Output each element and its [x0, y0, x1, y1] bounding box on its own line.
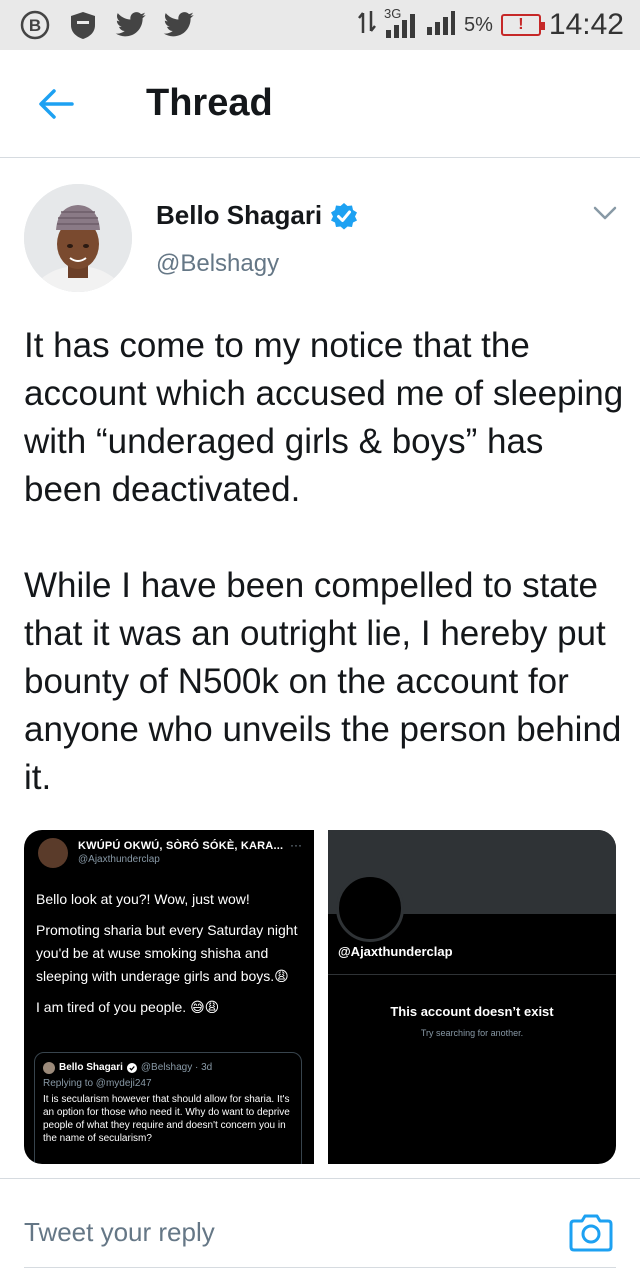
embedded-line-2: Promoting sharia but every Saturday nigh…	[36, 922, 298, 984]
tweet-image-2[interactable]: @Ajaxthunderclap This account doesn’t ex…	[328, 830, 616, 1164]
verified-badge-icon	[126, 1062, 137, 1073]
tweet-paragraph-1: It has come to my notice that the accoun…	[24, 326, 624, 509]
embedded-line-3: I am tired of you people. 😅😩	[36, 999, 220, 1015]
embedded-author-name: KWÚPÚ OKWÚ, SÒRÓ SÓKÈ, KARA...	[78, 840, 284, 852]
embedded-line-1: Bello look at you?! Wow, just wow!	[36, 891, 250, 907]
data-transfer-icon	[358, 9, 376, 42]
quoted-meta: @Belshagy · 3d	[140, 1062, 213, 1073]
page-title: Thread	[146, 82, 273, 124]
tweet-image-1[interactable]: KWÚPÚ OKWÚ, SÒRÓ SÓKÈ, KARA... ··· @Ajax…	[24, 830, 314, 1164]
embedded-tweet-body: Bello look at you?! Wow, just wow! Promo…	[36, 888, 306, 1019]
reply-input-underline	[24, 1267, 616, 1268]
account-missing-subtext: Try searching for another.	[420, 1028, 524, 1038]
quoted-avatar	[43, 1061, 55, 1074]
profile-handle: @Ajaxthunderclap	[338, 944, 453, 959]
author-name[interactable]: Bello Shagari	[156, 200, 322, 231]
embedded-avatar	[38, 838, 68, 868]
twitter-bird-icon	[114, 8, 148, 42]
shield-icon	[66, 8, 100, 42]
chevron-down-icon[interactable]	[592, 204, 618, 222]
status-bar: B 3G 5% ! 14:42	[0, 0, 640, 50]
reply-input[interactable]: Tweet your reply	[24, 1217, 215, 1248]
verified-badge-icon	[330, 202, 358, 230]
divider	[328, 974, 616, 975]
b-app-icon: B	[18, 8, 52, 42]
avatar[interactable]	[24, 184, 132, 292]
embedded-author-handle: @Ajaxthunderclap	[78, 854, 160, 865]
svg-text:B: B	[29, 16, 41, 35]
battery-percent: 5%	[464, 13, 493, 36]
quoted-text: It is secularism however that should all…	[43, 1094, 290, 1144]
signal-icon-2	[426, 9, 456, 42]
clock: 14:42	[548, 8, 624, 41]
tweet-paragraph-2: While I have been compelled to state tha…	[24, 566, 622, 797]
app-header: Thread	[0, 50, 640, 158]
author-handle[interactable]: @Belshagy	[156, 250, 279, 278]
more-icon: ···	[290, 838, 302, 852]
reply-bar: Tweet your reply	[0, 1178, 640, 1280]
profile-avatar	[336, 874, 404, 942]
account-missing-message: This account doesn’t exist	[390, 1004, 554, 1019]
notification-icons: B	[18, 8, 196, 42]
quoted-replying-to: Replying to @mydeji247	[43, 1078, 152, 1089]
tweet-body: It has come to my notice that the accoun…	[24, 322, 624, 802]
arrow-left-icon[interactable]	[36, 86, 76, 122]
camera-icon[interactable]	[568, 1211, 614, 1253]
signal-icon: 3G	[384, 6, 418, 38]
quoted-tweet: Bello Shagari @Belshagy · 3d Replying to…	[34, 1052, 302, 1164]
twitter-bird-icon-2	[162, 8, 196, 42]
quoted-author-name: Bello Shagari	[59, 1062, 123, 1073]
battery-low-icon: !	[500, 14, 545, 36]
author-name-row[interactable]: Bello Shagari	[156, 200, 358, 231]
quoted-tweet-header: Bello Shagari @Belshagy · 3d	[43, 1061, 293, 1074]
network-type: 3G	[384, 6, 402, 21]
system-indicators: 3G 5% ! 14:42	[358, 6, 624, 42]
